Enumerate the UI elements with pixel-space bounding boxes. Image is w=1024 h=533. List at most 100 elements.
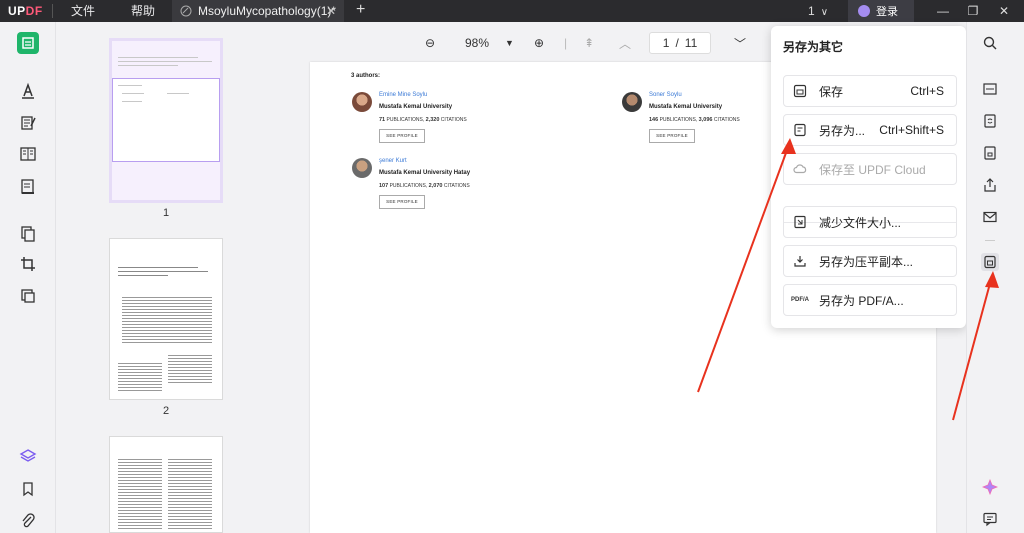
avatar [858, 5, 870, 17]
menu-help[interactable]: 帮助 [113, 0, 173, 22]
reader-mode-button[interactable] [17, 32, 39, 54]
tab-close-icon[interactable]: ✕ [326, 4, 336, 18]
author-name-link[interactable]: Emine Mine Soylu [379, 92, 427, 98]
save-icon [793, 84, 807, 98]
save-as-other-popup: 另存为其它 保存 Ctrl+S 另存为... Ctrl+Shift+S 保存至 … [771, 26, 966, 328]
ai-assistant-button[interactable] [981, 478, 999, 496]
page-number-label: 1 [162, 207, 170, 219]
next-page-icon[interactable]: ﹀ [734, 32, 746, 54]
attachment-button[interactable] [17, 510, 39, 532]
save-icon [984, 255, 996, 269]
restore-button[interactable]: ❐ [962, 0, 984, 22]
form-button[interactable] [17, 175, 39, 197]
first-page-icon[interactable]: ⇞ [584, 32, 594, 54]
prev-page-icon[interactable]: ︿ [619, 32, 631, 54]
compress-icon [793, 215, 807, 229]
zoom-out-button[interactable]: ⊖ [425, 32, 435, 54]
zoom-level[interactable]: 98% [465, 32, 489, 54]
flatten-icon [793, 254, 807, 268]
page-display-button[interactable] [17, 143, 39, 165]
document-tab[interactable]: MsoyluMycopathology(1)* ✕ [172, 0, 344, 22]
tab-title: MsoyluMycopathology(1)* [198, 4, 337, 18]
protect-button[interactable] [981, 144, 999, 162]
ocr-icon [983, 83, 997, 95]
author-name-link[interactable]: Soner Soylu [649, 92, 682, 98]
app-logo: UPDF [8, 4, 43, 18]
comments-panel-button[interactable] [981, 510, 999, 528]
shortcut-label: Ctrl+S [910, 84, 944, 98]
convert-button[interactable] [981, 112, 999, 130]
lock-icon [984, 146, 996, 160]
comment-tool-button[interactable] [17, 80, 39, 102]
thumbnail-panel: 1 2 [56, 22, 294, 533]
organize-pages-button[interactable] [17, 222, 39, 244]
left-toolbar [0, 22, 56, 533]
mail-icon [983, 211, 997, 223]
search-icon [983, 36, 997, 50]
paperclip-icon [22, 513, 35, 528]
see-profile-button[interactable]: SEE PROFILE [649, 129, 695, 143]
page-number-input[interactable]: 1/11 [649, 32, 711, 54]
layers-copy-icon [21, 289, 35, 303]
minimize-button[interactable]: — [932, 0, 954, 22]
page-thumbnail-3[interactable] [109, 436, 223, 533]
save-flattened-menu-item[interactable]: 另存为压平副本... [783, 245, 957, 277]
divider [985, 240, 995, 241]
layers-button[interactable] [17, 445, 39, 467]
new-tab-button[interactable]: + [356, 1, 365, 19]
author-name-link[interactable]: şener Kurt [379, 158, 407, 164]
email-button[interactable] [981, 208, 999, 226]
reader-icon [22, 37, 34, 49]
author-photo [352, 92, 372, 112]
menu-file[interactable]: 文件 [53, 0, 113, 22]
pdfa-icon: PDF/A [791, 297, 809, 303]
page-thumbnail-2[interactable] [109, 238, 223, 400]
cloud-icon [793, 162, 807, 176]
book-icon [20, 147, 36, 161]
author-affiliation: Mustafa Kemal University [649, 104, 723, 110]
author-stats: 107 PUBLICATIONS, 2,070 CITATIONS [379, 183, 470, 189]
ai-sparkle-icon [982, 479, 998, 495]
convert-icon [984, 114, 996, 128]
author-stats: 71 PUBLICATIONS, 2,320 CITATIONS [379, 117, 467, 123]
close-window-button[interactable]: ✕ [993, 0, 1015, 22]
bookmark-icon [23, 482, 33, 497]
reduce-file-size-menu-item[interactable]: 减少文件大小... [783, 206, 957, 238]
pages-icon [21, 226, 35, 242]
crop-icon [21, 257, 35, 271]
share-button[interactable] [981, 176, 999, 194]
document-edit-icon [180, 5, 192, 17]
authors-label: 3 authors: [351, 73, 381, 79]
author-photo [622, 92, 642, 112]
save-as-pdfa-menu-item[interactable]: PDF/A 另存为 PDF/A... [783, 284, 957, 316]
window-count[interactable]: 1 ∨ [808, 0, 828, 22]
bookmark-button[interactable] [17, 478, 39, 500]
save-as-other-button[interactable] [981, 253, 999, 271]
page-number-label: 2 [162, 405, 170, 417]
see-profile-button[interactable]: SEE PROFILE [379, 195, 425, 209]
share-icon [984, 178, 996, 192]
author-photo [352, 158, 372, 178]
save-to-cloud-menu-item[interactable]: 保存至 UPDF Cloud [783, 153, 957, 185]
chevron-down-icon: ∨ [820, 7, 829, 18]
page-thumbnail-1[interactable] [109, 38, 223, 203]
chat-icon [983, 512, 997, 527]
crop-button[interactable] [17, 253, 39, 275]
see-profile-button[interactable]: SEE PROFILE [379, 129, 425, 143]
search-button[interactable] [981, 34, 999, 52]
right-toolbar [966, 22, 1024, 533]
author-affiliation: Mustafa Kemal University [379, 104, 453, 110]
edit-pdf-button[interactable] [17, 112, 39, 134]
save-menu-item[interactable]: 保存 Ctrl+S [783, 75, 957, 107]
zoom-dropdown-icon[interactable]: ▼ [505, 32, 514, 54]
shortcut-label: Ctrl+Shift+S [879, 123, 944, 137]
popup-title: 另存为其它 [783, 40, 844, 54]
login-button[interactable]: 登录 [848, 0, 914, 22]
edit-text-icon [21, 116, 36, 130]
ocr-button[interactable] [981, 80, 999, 98]
zoom-in-button[interactable]: ⊕ [534, 32, 544, 54]
layers-icon [19, 449, 37, 462]
tools-button[interactable] [17, 285, 39, 307]
save-as-menu-item[interactable]: 另存为... Ctrl+Shift+S [783, 114, 957, 146]
save-as-icon [793, 123, 807, 137]
